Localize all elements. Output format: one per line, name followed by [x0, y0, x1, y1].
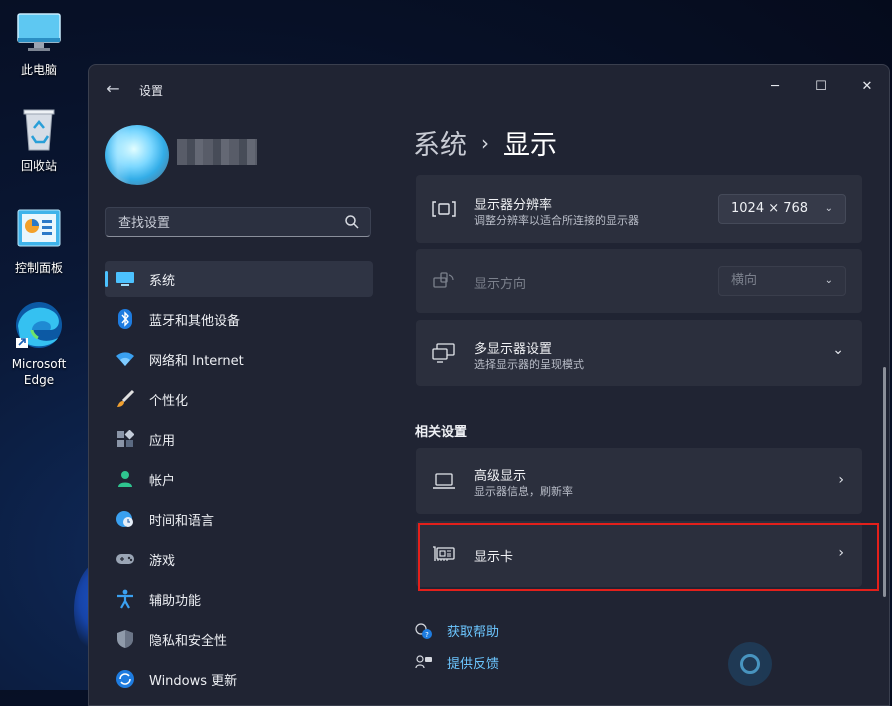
- chevron-down-icon: ⌄: [824, 203, 833, 214]
- desktop-icon-recycle-bin[interactable]: 回收站: [0, 106, 78, 174]
- resolution-value: 1024 × 768: [731, 201, 809, 216]
- sidebar-item-accounts[interactable]: 帐户: [105, 461, 373, 497]
- sidebar-nav: 系统 蓝牙和其他设备 网络和 Internet 个性化 应用 帐户 时间和语言: [105, 261, 373, 701]
- edge-icon: [14, 300, 64, 350]
- sidebar-item-label: 游戏: [149, 553, 176, 569]
- avatar[interactable]: [105, 125, 169, 185]
- laptop-icon: [433, 473, 455, 489]
- scrollbar[interactable]: [883, 367, 886, 597]
- control-panel-icon: [16, 208, 62, 254]
- sidebar-item-label: 个性化: [149, 393, 189, 409]
- sidebar-item-label: 应用: [149, 433, 176, 449]
- breadcrumb-separator: ›: [481, 131, 489, 155]
- resolution-dropdown[interactable]: 1024 × 768 ⌄: [718, 194, 846, 224]
- desktop-icon-this-pc[interactable]: 此电脑: [0, 10, 78, 78]
- apps-icon: [115, 429, 135, 449]
- red-highlight-box: [418, 523, 879, 591]
- breadcrumb: 系统 › 显示: [413, 123, 557, 162]
- sidebar-item-bluetooth[interactable]: 蓝牙和其他设备: [105, 301, 373, 337]
- breadcrumb-root[interactable]: 系统: [413, 130, 467, 161]
- watermark-logo: [728, 642, 772, 686]
- settings-window: ← 设置 ─ ☐ ✕ 系统 蓝牙和其他设备 网络和 Internet 个性化 应…: [88, 64, 890, 706]
- get-help-link[interactable]: ? 获取帮助: [415, 621, 499, 640]
- resolution-title: 显示器分辨率: [474, 198, 553, 213]
- chevron-down-icon[interactable]: ⌄: [832, 342, 844, 358]
- multiple-monitors-icon: [432, 343, 455, 363]
- orientation-value: 横向: [731, 273, 758, 288]
- wifi-icon: [115, 349, 135, 369]
- related-settings-heading: 相关设置: [415, 425, 468, 440]
- bluetooth-icon: [115, 309, 135, 329]
- close-button[interactable]: ✕: [847, 73, 887, 101]
- accessibility-icon: [115, 589, 135, 609]
- brush-icon: [115, 389, 135, 409]
- orientation-card: 显示方向 横向 ⌄: [416, 249, 862, 313]
- sidebar-item-label: 辅助功能: [149, 593, 202, 609]
- multi-display-card[interactable]: 多显示器设置 选择显示器的呈现模式 ⌄: [416, 320, 862, 386]
- sidebar-item-label: 隐私和安全性: [149, 633, 228, 649]
- title-bar[interactable]: ← 设置 ─ ☐ ✕: [89, 65, 889, 113]
- sidebar-item-label: 帐户: [149, 473, 176, 489]
- resolution-card: 显示器分辨率 调整分辨率以适合所连接的显示器 1024 × 768 ⌄: [416, 175, 862, 243]
- minimize-button[interactable]: ─: [755, 73, 795, 101]
- feedback-icon: [415, 654, 433, 672]
- sidebar-item-network[interactable]: 网络和 Internet: [105, 341, 373, 377]
- resolution-subtitle: 调整分辨率以适合所连接的显示器: [474, 214, 639, 227]
- search-icon[interactable]: [344, 214, 360, 230]
- maximize-button[interactable]: ☐: [801, 73, 841, 101]
- orientation-dropdown: 横向 ⌄: [718, 266, 846, 296]
- person-icon: [115, 469, 135, 489]
- sidebar-item-gaming[interactable]: 游戏: [105, 541, 373, 577]
- sidebar-item-personalization[interactable]: 个性化: [105, 381, 373, 417]
- account-name-blurred: [177, 139, 257, 165]
- orientation-title: 显示方向: [474, 277, 527, 292]
- advanced-display-subtitle: 显示器信息，刷新率: [474, 485, 573, 498]
- search-box[interactable]: [105, 207, 371, 237]
- advanced-display-card[interactable]: 高级显示 显示器信息，刷新率 ›: [416, 448, 862, 514]
- multi-display-subtitle: 选择显示器的呈现模式: [474, 358, 584, 371]
- advanced-display-title: 高级显示: [474, 469, 527, 484]
- desktop-icon-label: 控制面板: [14, 261, 63, 275]
- svg-text:?: ?: [425, 631, 429, 639]
- monitor-icon: [16, 10, 62, 56]
- window-title: 设置: [139, 84, 164, 98]
- desktop-icon-label: Microsoft Edge: [11, 357, 67, 387]
- feedback-link[interactable]: 提供反馈: [415, 653, 499, 672]
- sidebar-item-label: 蓝牙和其他设备: [149, 313, 241, 329]
- chevron-down-icon: ⌄: [824, 275, 833, 286]
- gamepad-icon: [115, 549, 135, 569]
- search-input[interactable]: [116, 213, 340, 233]
- monitor-icon: [115, 269, 135, 289]
- feedback-label: 提供反馈: [447, 657, 500, 672]
- help-icon: ?: [415, 622, 433, 640]
- sidebar-item-time-language[interactable]: 时间和语言: [105, 501, 373, 537]
- sidebar-item-label: 系统: [149, 273, 176, 289]
- multi-display-title: 多显示器设置: [474, 342, 553, 357]
- globe-clock-icon: [115, 509, 135, 529]
- sidebar-item-label: 时间和语言: [149, 513, 215, 529]
- back-button[interactable]: ←: [103, 79, 123, 99]
- sidebar-item-label: 网络和 Internet: [149, 353, 244, 369]
- desktop-icon-label: 此电脑: [20, 63, 57, 77]
- sidebar-item-label: Windows 更新: [149, 673, 238, 689]
- desktop-icon-edge[interactable]: Microsoft Edge: [0, 300, 78, 388]
- orientation-icon: [433, 272, 454, 288]
- page-title: 显示: [503, 130, 557, 161]
- sidebar-item-accessibility[interactable]: 辅助功能: [105, 581, 373, 617]
- recycle-bin-icon: [16, 106, 62, 152]
- sidebar-item-apps[interactable]: 应用: [105, 421, 373, 457]
- shield-icon: [115, 629, 135, 649]
- sidebar-item-windows-update[interactable]: Windows 更新: [105, 661, 373, 697]
- update-icon: [115, 669, 135, 689]
- desktop-icon-control-panel[interactable]: 控制面板: [0, 208, 78, 276]
- sidebar-item-system[interactable]: 系统: [105, 261, 373, 297]
- chevron-right-icon: ›: [838, 472, 844, 488]
- desktop-icon-label: 回收站: [20, 159, 57, 173]
- get-help-label: 获取帮助: [447, 625, 500, 640]
- resolution-icon: [432, 201, 456, 217]
- sidebar-item-privacy[interactable]: 隐私和安全性: [105, 621, 373, 657]
